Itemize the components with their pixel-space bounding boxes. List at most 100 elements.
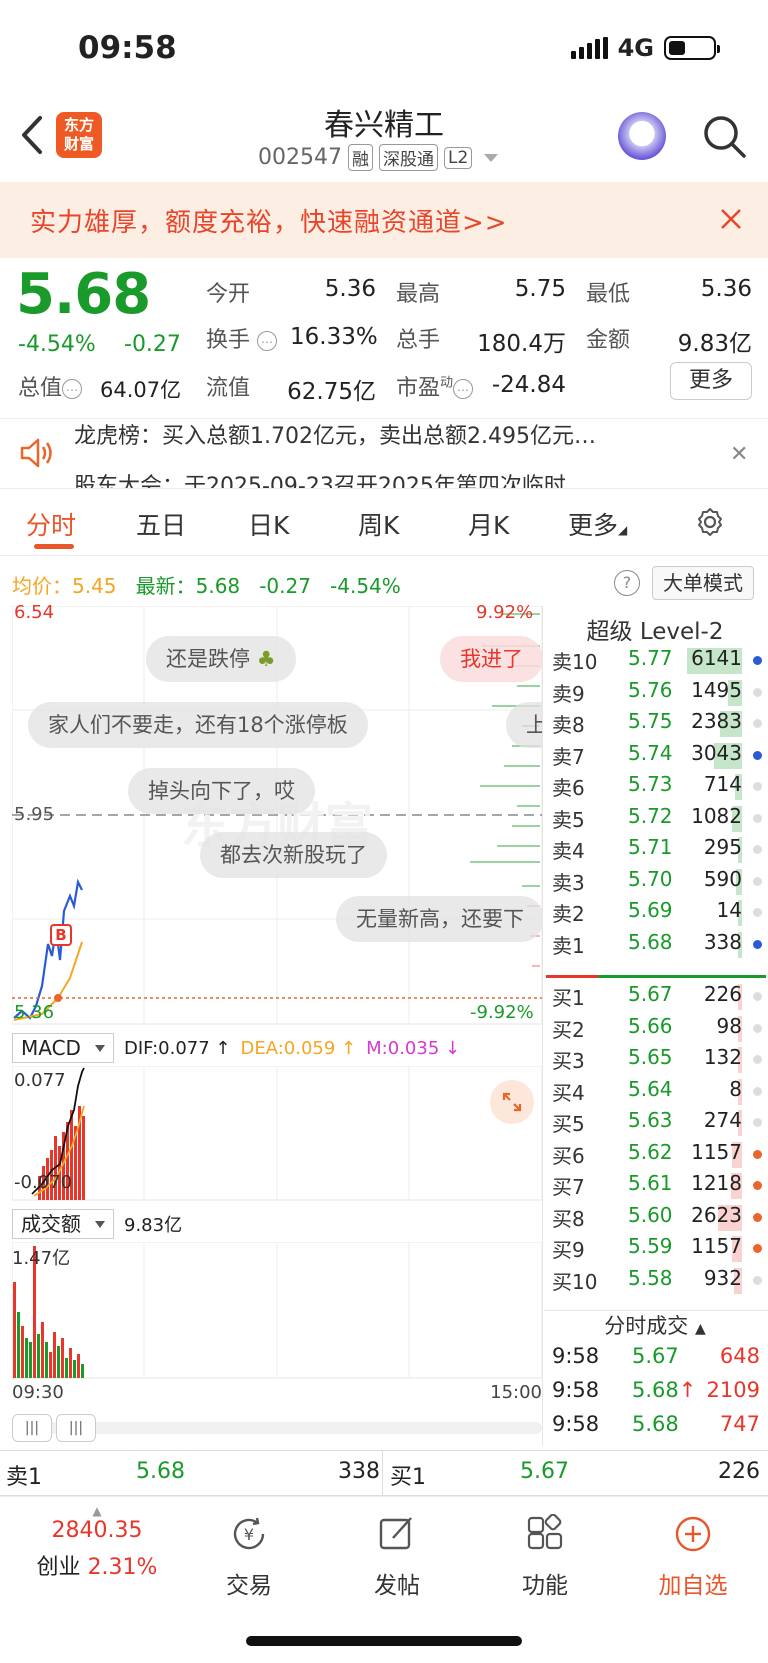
- tab-5day[interactable]: 五日: [136, 506, 186, 542]
- danmu-bubble: 掉头向下了，哎: [128, 768, 315, 814]
- notice-longhu[interactable]: 龙虎榜：买入总额1.702亿元，卖出总额2.495亿元…: [74, 418, 694, 450]
- order-dot-icon: [753, 782, 762, 791]
- sell-row[interactable]: 卖10 5.77 6141: [552, 646, 764, 677]
- latest-pct: -4.54%: [330, 574, 401, 598]
- close-icon[interactable]: ✕: [730, 442, 748, 467]
- volume-chart[interactable]: [12, 1242, 542, 1380]
- speaker-icon: [20, 438, 52, 468]
- sell-row[interactable]: 卖9 5.76 1495: [552, 678, 764, 709]
- tag-connect: 深股通: [378, 144, 438, 171]
- buy-volume: 1157: [691, 1139, 742, 1164]
- sell-price: 5.72: [628, 803, 673, 828]
- buy-row[interactable]: 买3 5.65 132: [552, 1045, 764, 1076]
- buy-row[interactable]: 买4 5.64 8: [552, 1077, 764, 1108]
- sell-price: 5.74: [628, 740, 673, 765]
- assistant-avatar-icon[interactable]: [618, 112, 666, 160]
- home-indicator[interactable]: [246, 1636, 522, 1646]
- index-ticker[interactable]: ▲ 2840.35 创业 2.31%: [22, 1504, 172, 1581]
- buy-row[interactable]: 买9 5.59 1157: [552, 1234, 764, 1265]
- bq-sell-volume: 338: [338, 1459, 380, 1484]
- latest-change: -0.27: [259, 574, 311, 598]
- sell-volume: 338: [703, 929, 742, 954]
- sell-row[interactable]: 卖4 5.71 295: [552, 835, 764, 866]
- gear-icon[interactable]: [694, 506, 726, 538]
- buy-volume: 2623: [691, 1202, 742, 1227]
- scroll-handle-right[interactable]: |||: [56, 1414, 96, 1442]
- nav-post[interactable]: 发帖: [342, 1514, 452, 1600]
- buy-price: 5.62: [628, 1139, 673, 1164]
- tick-time: 9:58: [552, 1378, 600, 1402]
- turnover-value: 16.33%: [290, 324, 378, 350]
- order-dot-icon: [753, 1275, 762, 1285]
- tab-monthly[interactable]: 月K: [468, 506, 509, 542]
- buy-volume: 1218: [691, 1171, 742, 1195]
- help-icon[interactable]: ?: [614, 570, 640, 596]
- sell-level-label: 卖5: [552, 807, 585, 832]
- stock-subline[interactable]: 002547 融 深股通 L2: [258, 144, 499, 171]
- promo-banner-text[interactable]: 实力雄厚，额度充裕，快速融资通道>>: [30, 202, 508, 239]
- buy-row[interactable]: 买7 5.61 1218: [552, 1171, 764, 1202]
- orderbook-title[interactable]: 超级 Level-2: [544, 612, 766, 646]
- sell-price: 5.68: [628, 929, 673, 954]
- buy-row[interactable]: 买10 5.58 932: [552, 1266, 764, 1297]
- sell-level-label: 卖3: [552, 870, 585, 895]
- nav-functions[interactable]: 功能: [490, 1513, 600, 1600]
- expand-icon[interactable]: [490, 1080, 534, 1124]
- order-dot-icon: [753, 1118, 762, 1127]
- volume-indicator-select[interactable]: 成交额: [12, 1209, 114, 1239]
- info-icon[interactable]: …: [453, 379, 474, 399]
- nav-trade[interactable]: ¥ 交易: [194, 1514, 304, 1600]
- tab-more[interactable]: 更多◢: [568, 506, 627, 542]
- sell-row[interactable]: 卖8 5.75 2383: [552, 709, 764, 740]
- high-value: 5.75: [514, 276, 566, 302]
- bq-sell-price: 5.68: [136, 1459, 185, 1484]
- macd-chart[interactable]: [12, 1066, 542, 1202]
- buy-row[interactable]: 买1 5.67 226: [552, 982, 764, 1013]
- scroll-handle-left[interactable]: |||: [12, 1414, 52, 1442]
- nav-add-watchlist[interactable]: 加自选: [638, 1514, 748, 1600]
- change-percent: -4.54%: [18, 332, 96, 357]
- sell-volume: 1082: [691, 803, 742, 828]
- info-icon[interactable]: …: [257, 331, 278, 351]
- tab-daily[interactable]: 日K: [248, 506, 289, 542]
- buy-volume: 132: [703, 1045, 742, 1069]
- sell-volume: 1495: [691, 677, 742, 702]
- buy-level-label: 买5: [552, 1112, 585, 1136]
- sell-row[interactable]: 卖7 5.74 3043: [552, 741, 764, 772]
- tab-weekly[interactable]: 周K: [358, 506, 399, 542]
- sell-volume: 6141: [691, 646, 742, 670]
- bq-buy-volume: 226: [718, 1459, 760, 1484]
- index-value: 2840.35: [51, 1518, 143, 1543]
- more-button[interactable]: 更多: [670, 362, 752, 400]
- macd-indicator-select[interactable]: MACD: [12, 1033, 114, 1063]
- danmu-bubble: 都去次新股玩了: [200, 832, 387, 878]
- chart-scrollbar[interactable]: ||| |||: [12, 1414, 542, 1442]
- info-icon[interactable]: …: [62, 379, 83, 399]
- buy-row[interactable]: 买8 5.60 2623: [552, 1203, 764, 1234]
- sell-row[interactable]: 卖1 5.68 338: [552, 930, 764, 961]
- buy-level-label: 买2: [552, 1017, 585, 1042]
- ticks-title[interactable]: 分时成交 ▲: [544, 1310, 766, 1340]
- sell-row[interactable]: 卖3 5.70 590: [552, 867, 764, 898]
- grid-icon: [527, 1513, 563, 1550]
- buy-row[interactable]: 买2 5.66 98: [552, 1014, 764, 1045]
- sell-volume: 590: [703, 866, 742, 891]
- sell-row[interactable]: 卖2 5.69 14: [552, 898, 764, 929]
- buy-price: 5.60: [628, 1202, 673, 1227]
- low-value: 5.36: [700, 276, 752, 302]
- search-icon[interactable]: [700, 112, 748, 160]
- tab-intraday[interactable]: 分时: [26, 506, 76, 542]
- sell-price: 5.77: [628, 646, 673, 670]
- buy-row[interactable]: 买6 5.62 1157: [552, 1140, 764, 1171]
- close-icon[interactable]: [716, 204, 746, 234]
- tick-price: 5.68: [632, 1412, 679, 1436]
- avg-info-line: 均价：5.45 最新：5.68 -0.27 -4.54%: [12, 570, 401, 599]
- big-order-mode-button[interactable]: 大单模式: [652, 566, 754, 600]
- low-label: 最低: [586, 282, 631, 307]
- buy-row[interactable]: 买5 5.63 274: [552, 1108, 764, 1139]
- sell-row[interactable]: 卖6 5.73 714: [552, 772, 764, 803]
- sell-price: 5.73: [628, 772, 673, 796]
- sell-row[interactable]: 卖5 5.72 1082: [552, 804, 764, 835]
- order-dot-icon: [753, 939, 762, 949]
- notice-meeting[interactable]: 股东大会：于2025-09-23召开2025年第四次临时: [74, 468, 566, 488]
